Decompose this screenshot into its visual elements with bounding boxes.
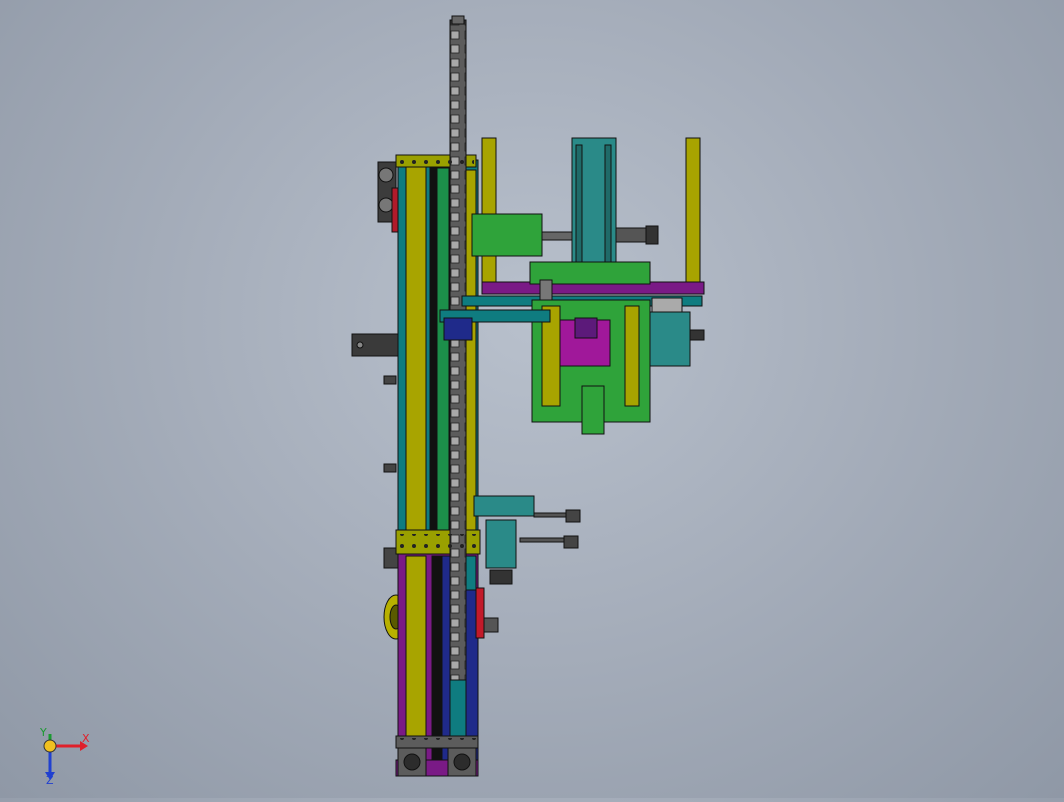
gripper-assembly — [473, 495, 581, 585]
motor-assembly — [471, 137, 659, 281]
y-axis-label: Y — [40, 726, 47, 739]
coordinate-triad: X Y Z — [36, 726, 106, 788]
chain-conveyor — [449, 15, 467, 681]
work-station — [439, 297, 705, 435]
assembly-drawing — [351, 15, 705, 777]
z-axis-label: Z — [46, 774, 54, 787]
cad-viewport[interactable] — [0, 0, 1064, 798]
x-axis-label: X — [82, 732, 90, 745]
